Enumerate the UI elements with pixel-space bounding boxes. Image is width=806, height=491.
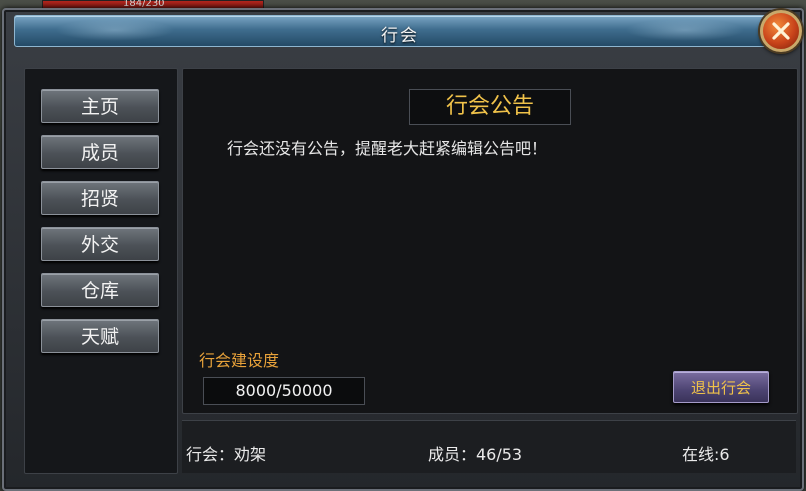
sidebar-item-warehouse[interactable]: 仓库 <box>41 273 159 307</box>
close-icon <box>772 22 790 40</box>
leave-guild-button[interactable]: 退出行会 <box>673 371 769 403</box>
window-title: 行会 <box>381 26 419 46</box>
sidebar-item-diplomacy[interactable]: 外交 <box>41 227 159 261</box>
sidebar-item-talent[interactable]: 天赋 <box>41 319 159 353</box>
online-count: 在线:6 <box>682 445 730 464</box>
notice-text: 行会还没有公告，提醒老大赶紧编辑公告吧！ <box>227 139 548 158</box>
guild-info-bar: 行会：劝架 成员：46/53 在线:6 <box>182 420 796 473</box>
guild-name: 行会：劝架 <box>186 445 267 464</box>
title-bar: 行会 <box>14 15 786 47</box>
sidebar-item-home[interactable]: 主页 <box>41 89 159 123</box>
notice-title: 行会公告 <box>409 89 571 125</box>
guild-window: 行会 主页 成员 招贤 外交 仓库 天赋 行会公告 行会还没有公告，提醒老大赶紧… <box>2 8 804 491</box>
sidebar: 主页 成员 招贤 外交 仓库 天赋 <box>24 68 178 474</box>
close-button[interactable] <box>760 10 802 52</box>
sidebar-item-recruit[interactable]: 招贤 <box>41 181 159 215</box>
notice-panel: 行会公告 行会还没有公告，提醒老大赶紧编辑公告吧！ 行会建设度 8000/500… <box>182 68 798 414</box>
construction-label: 行会建设度 <box>199 351 280 370</box>
sidebar-item-members[interactable]: 成员 <box>41 135 159 169</box>
construction-value: 8000/50000 <box>203 377 365 405</box>
member-count: 成员：46/53 <box>428 445 523 464</box>
